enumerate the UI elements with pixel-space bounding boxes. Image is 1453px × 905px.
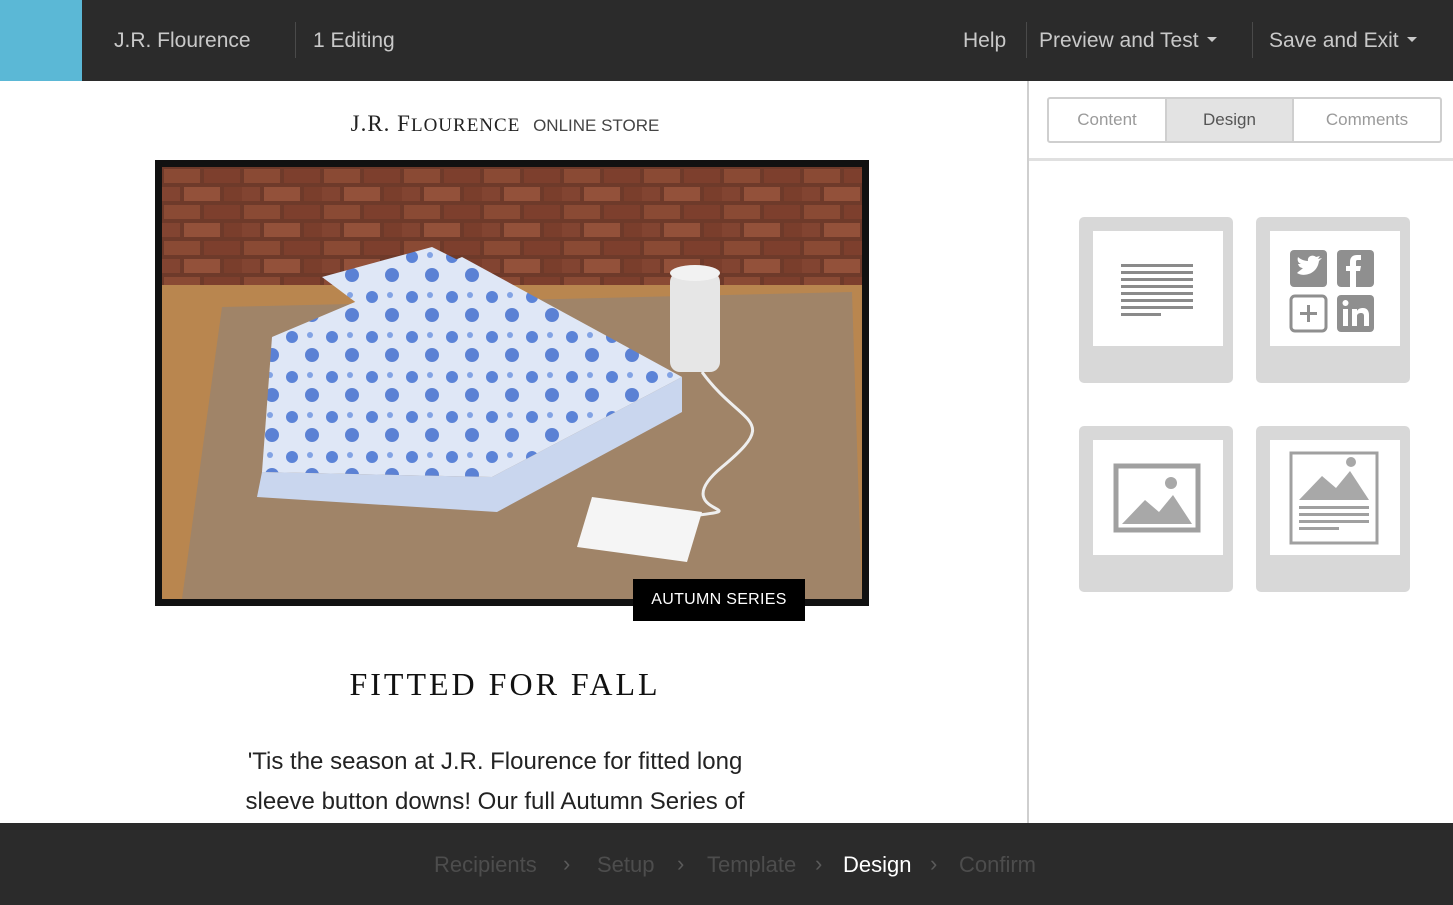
social-block-icon: [1289, 250, 1374, 333]
hero-photo: [162, 167, 862, 599]
wizard-bar: Recipients › Setup › Template › Design ›…: [0, 823, 1453, 905]
brand-name-initial: J.R. F: [350, 111, 411, 136]
email-headline[interactable]: FITTED FOR FALL: [0, 666, 1010, 703]
chevron-right-icon: ›: [677, 851, 685, 876]
save-and-exit-label: Save and Exit: [1269, 29, 1399, 52]
help-link[interactable]: Help: [963, 0, 1006, 81]
brand-subtitle: ONLINE STORE: [533, 116, 660, 135]
email-preview[interactable]: J.R. FLOURENCE ONLINE STORE AUTUMN SERIE…: [0, 81, 1027, 823]
tab-content[interactable]: Content: [1049, 99, 1167, 141]
tab-design[interactable]: Design: [1167, 99, 1294, 141]
top-separator: [1252, 22, 1253, 58]
social-block-tile[interactable]: [1256, 217, 1410, 383]
brand-name-rest: LOURENCE: [410, 115, 521, 136]
top-bar: J.R. Flourence 1 Editing Help Preview an…: [0, 0, 1453, 81]
panel-tabs: Content Design Comments: [1047, 97, 1442, 143]
editing-status[interactable]: 1 Editing: [313, 0, 395, 81]
step-confirm[interactable]: Confirm: [959, 823, 1036, 905]
caret-down-icon: [1406, 36, 1417, 42]
step-template[interactable]: Template: [707, 823, 796, 905]
editor-panel: Content Design Comments: [1027, 81, 1453, 823]
save-and-exit-menu[interactable]: Save and Exit: [1269, 0, 1417, 81]
tile-preview: [1270, 231, 1400, 346]
email-body-line[interactable]: 'Tis the season at J.R. Flourence for fi…: [0, 748, 990, 776]
step-setup[interactable]: Setup: [597, 823, 655, 905]
email-body-line[interactable]: sleeve button downs! Our full Autumn Ser…: [0, 788, 990, 816]
step-recipients[interactable]: Recipients: [434, 823, 537, 905]
image-text-block-icon: [1289, 451, 1379, 545]
chevron-right-icon: ›: [563, 851, 571, 876]
store-title: J.R. FLOURENCE ONLINE STORE: [0, 111, 1010, 137]
hero-badge: AUTUMN SERIES: [633, 579, 805, 621]
top-separator: [295, 22, 296, 58]
image-block-icon: [1113, 463, 1201, 533]
preview-and-test-label: Preview and Test: [1039, 29, 1199, 52]
chevron-right-icon: ›: [815, 851, 823, 876]
panel-divider: [1029, 158, 1453, 161]
tile-preview: [1093, 440, 1223, 555]
account-name[interactable]: J.R. Flourence: [114, 0, 251, 81]
tab-comments[interactable]: Comments: [1294, 99, 1440, 141]
chevron-right-icon: ›: [930, 851, 938, 876]
preview-and-test-menu[interactable]: Preview and Test: [1039, 0, 1217, 81]
caret-down-icon: [1206, 36, 1217, 42]
top-separator: [1026, 22, 1027, 58]
image-block-tile[interactable]: [1079, 426, 1233, 592]
tile-preview: [1270, 440, 1400, 555]
image-text-block-tile[interactable]: [1256, 426, 1410, 592]
hero-image[interactable]: [155, 160, 869, 606]
step-design[interactable]: Design: [843, 823, 911, 905]
tile-preview: [1093, 231, 1223, 346]
text-block-icon: [1121, 264, 1193, 316]
app-logo[interactable]: [0, 0, 82, 81]
text-block-tile[interactable]: [1079, 217, 1233, 383]
